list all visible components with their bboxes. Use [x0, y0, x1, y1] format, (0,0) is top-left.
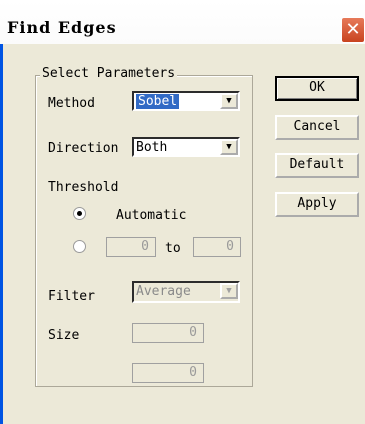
close-icon[interactable]: ✕	[341, 17, 365, 43]
to-label: to	[165, 241, 181, 256]
chevron-down-icon[interactable]: ▼	[220, 93, 238, 109]
manual-range-radio[interactable]	[73, 240, 86, 253]
group-legend: Select Parameters	[40, 66, 178, 81]
filter-label: Filter	[48, 289, 95, 304]
window-title: Find Edges	[7, 18, 117, 37]
ok-button[interactable]: OK	[275, 76, 359, 101]
direction-value: Both	[136, 140, 168, 155]
threshold-min-input[interactable]: 0	[106, 237, 156, 257]
threshold-max-input[interactable]: 0	[193, 237, 241, 257]
title-bar: Find Edges ✕	[0, 0, 365, 44]
size-input-1[interactable]: 0	[132, 323, 204, 343]
direction-dropdown[interactable]: Both ▼	[132, 137, 240, 157]
direction-label: Direction	[48, 141, 119, 156]
threshold-label: Threshold	[48, 180, 119, 195]
method-dropdown[interactable]: Sobel ▼	[132, 91, 240, 111]
filter-value: Average	[136, 284, 191, 299]
automatic-radio[interactable]	[73, 207, 86, 220]
default-button[interactable]: Default	[275, 153, 359, 178]
size-input-2[interactable]: 0	[132, 363, 204, 383]
chevron-down-icon[interactable]: ▼	[220, 139, 238, 155]
filter-dropdown[interactable]: Average ▼	[132, 281, 240, 303]
method-value: Sobel	[136, 94, 180, 109]
method-label: Method	[48, 96, 95, 111]
apply-button[interactable]: Apply	[275, 192, 359, 217]
chevron-down-icon[interactable]: ▼	[220, 283, 238, 299]
cancel-button[interactable]: Cancel	[275, 115, 359, 140]
size-label: Size	[48, 328, 80, 343]
automatic-label: Automatic	[116, 208, 187, 223]
